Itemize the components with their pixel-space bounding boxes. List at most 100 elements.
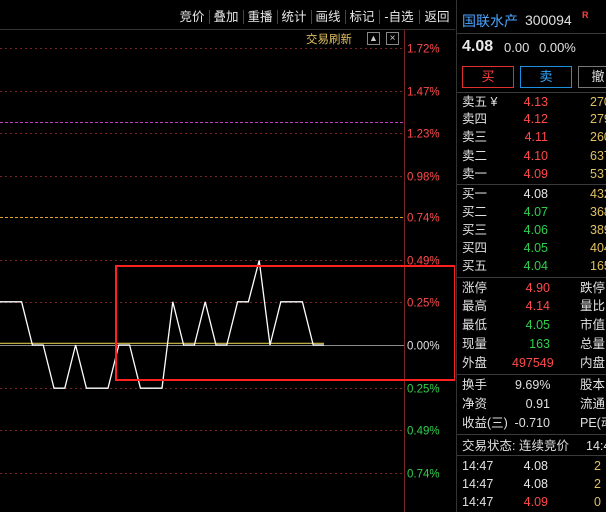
ask-row-3[interactable]: 卖三 4.11 260 [457,130,606,145]
intraday-chart-area[interactable]: 1.72% 1.47% 1.23% 0.98% 0.74% 0.49% 0.25% 0.00%… [0,0,455,512]
ask-row-4[interactable]: 卖四 4.12 279 [457,112,606,127]
ask-label: 卖一 [462,167,488,181]
bid-row-1[interactable]: 买一 4.08 432 [457,187,606,202]
sell-button[interactable]: 卖 [520,66,572,88]
bid-row-4[interactable]: 买四 4.05 404 [457,241,606,256]
y-tick-label: 0.98% [407,172,440,184]
bid-price: 4.06 [523,223,548,237]
cancel-order-button[interactable]: 撤 [578,66,606,88]
outer-volume-label: 外盘 [462,356,488,370]
remove-watchlist-button[interactable]: -自选 [380,6,418,28]
limit-down-label: 跌停 [580,281,606,295]
bid-row-3[interactable]: 买三 4.06 389 [457,223,606,238]
price-change: 0.00 [504,40,530,55]
last-price: 4.08 [462,38,494,55]
bid-row-5[interactable]: 买五 4.04 165 [457,259,606,274]
divider [457,184,606,185]
share-capital-label: 股本 [580,378,606,392]
buy-button[interactable]: 买 [462,66,514,88]
collapse-up-icon[interactable]: ▲ [367,32,380,45]
ask-price: 4.09 [523,167,548,181]
tick-time: 14:47 [462,495,494,509]
ask-row-1[interactable]: 卖一 4.09 537 [457,167,606,182]
bid-row-2[interactable]: 买二 4.07 368 [457,205,606,220]
ask-row-5[interactable]: 卖五 ¥ 4.13 270 [457,95,606,110]
volume-ratio-label: 量比 [580,299,606,313]
tick-price: 4.09 [523,495,548,509]
tick-volume: 2 [594,459,601,473]
ask-row-2[interactable]: 卖二 4.10 637 [457,149,606,164]
divider [457,33,606,34]
ask-label: 卖五 ¥ [462,95,498,109]
statistics-button[interactable]: 统计 [278,6,310,28]
pe-label: PE(动 [580,416,606,430]
float-share-label: 流通 [580,397,606,411]
ask-volume: 270 [590,95,606,109]
ask-volume: 260 [590,130,606,144]
bid-price: 4.08 [523,187,548,201]
bid-label: 买五 [462,259,488,273]
ask-price: 4.11 [524,130,548,144]
divider [457,374,606,375]
y-tick-label: 1.47% [407,87,440,99]
bid-label: 买三 [462,223,488,237]
margin-badge: R [582,10,589,20]
bid-volume: 389 [590,223,606,237]
eps-value: -0.710 [514,416,550,430]
tick-price: 4.08 [523,459,548,473]
ask-volume: 537 [590,167,606,181]
tick-row[interactable]: 14:47 4.08 2 [457,458,606,474]
replay-button[interactable]: 重播 [244,6,276,28]
outer-volume-value: 497549 [512,356,554,370]
close-icon[interactable]: × [386,32,399,45]
y-tick-label: 1.72% [407,44,440,56]
chart-toolbar: 竞价 叠加 重播 统计 画线 标记 -自选 返回 [0,6,455,28]
low-value: 4.05 [525,318,550,332]
ask-label: 卖二 [462,149,488,163]
total-volume-label: 总量 [580,337,606,351]
mark-button[interactable]: 标记 [346,6,378,28]
bid-volume: 165 [590,259,606,273]
divider [457,455,606,456]
bid-price: 4.07 [523,205,548,219]
stock-name[interactable]: 国联水产 [462,11,518,31]
ask-price: 4.13 [523,95,548,109]
turnover-label: 换手 [462,378,488,392]
y-tick-label: 0.25% [407,384,440,396]
net-asset-value: 0.91 [525,397,550,411]
tick-row[interactable]: 14:47 4.09 0 [457,494,606,510]
trade-status-time: 14:4 [586,439,606,453]
limit-up-value: 4.90 [525,281,550,295]
bid-price: 4.05 [523,241,548,255]
trade-refresh-label[interactable]: 交易刷新 [306,31,352,47]
bid-volume: 368 [590,205,606,219]
high-label: 最高 [462,299,488,313]
bid-volume: 404 [590,241,606,255]
y-tick-label: 0.74% [407,213,440,225]
y-tick-label: 0.00% [407,341,440,353]
ask-price: 4.12 [523,112,548,126]
tick-volume: 2 [594,477,601,491]
ask-volume: 279 [590,112,606,126]
overlay-button[interactable]: 叠加 [210,6,242,28]
tick-row[interactable]: 14:47 4.08 2 [457,476,606,492]
back-button[interactable]: 返回 [420,6,454,28]
trade-status-label: 交易状态: 连续竞价 [462,439,569,453]
current-volume-value: 163 [529,337,550,351]
divider [457,277,606,278]
auction-button[interactable]: 竞价 [176,6,208,28]
ask-price: 4.10 [523,149,548,163]
y-tick-label: 1.23% [407,129,440,141]
y-tick-label: 0.49% [407,426,440,438]
current-volume-label: 现量 [462,337,488,351]
bid-volume: 432 [590,187,606,201]
divider [457,434,606,435]
intraday-chart[interactable]: 1.72% 1.47% 1.23% 0.98% 0.74% 0.49% 0.25% 0.00%… [0,0,455,512]
inner-volume-label: 内盘 [580,356,606,370]
y-tick-label: 0.25% [407,298,440,310]
price-change-percent: 0.00% [539,40,576,55]
low-label: 最低 [462,318,488,332]
bid-label: 买二 [462,205,488,219]
turnover-value: 9.69% [515,378,551,392]
draw-line-button[interactable]: 画线 [312,6,344,28]
